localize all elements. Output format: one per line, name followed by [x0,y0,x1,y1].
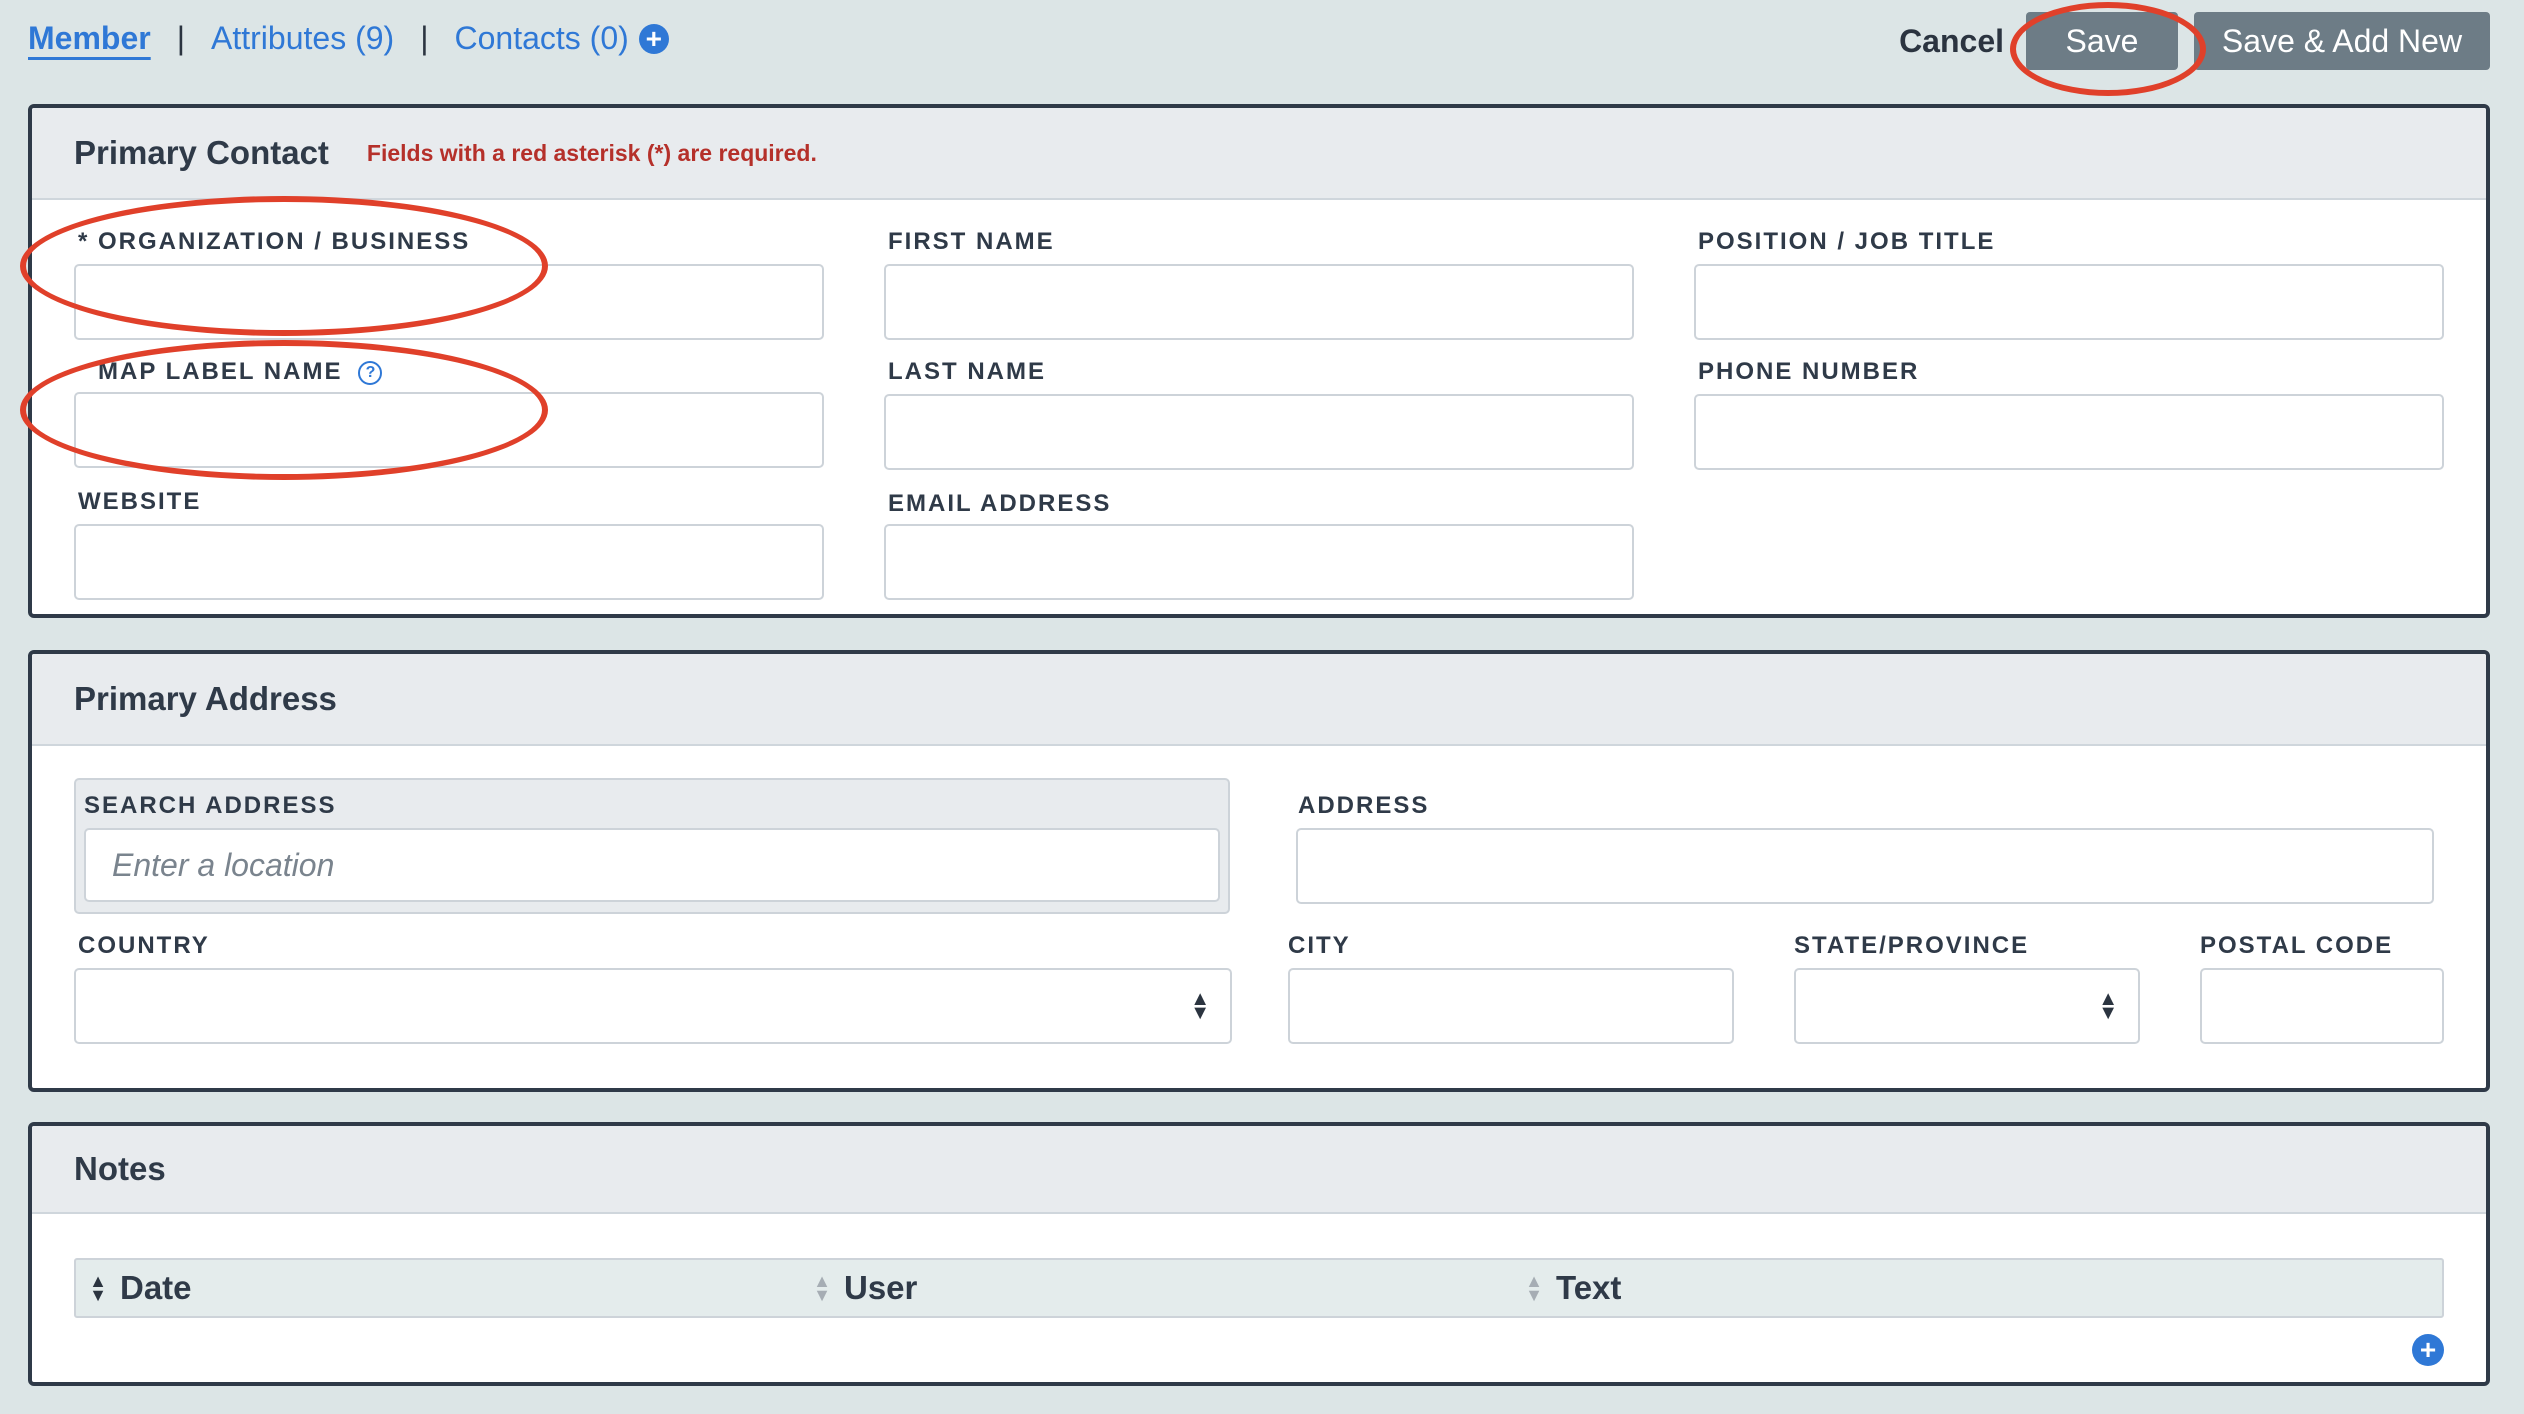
primary-address-header: Primary Address [32,654,2486,746]
section-title: Primary Address [74,680,337,717]
email-label: EMAIL ADDRESS [888,490,1112,517]
help-icon[interactable]: ? [358,360,383,385]
section-title: Notes [74,1150,166,1187]
primary-contact-header: Primary Contact Fields with a red asteri… [32,108,2486,200]
primary-address-section: Primary Address SEARCH ADDRESS ADDRESS C… [28,650,2490,1092]
section-title: Primary Contact [74,134,329,171]
sort-icon: ▲ ▼ [813,1271,831,1305]
header-actions: Cancel Save Save & Add New [1899,12,2490,70]
column-header-date[interactable]: ▲ ▼ Date [88,1260,192,1316]
required-note: Fields with a red asterisk (*) are requi… [366,139,817,166]
tab-attributes[interactable]: Attributes (9) [211,20,394,57]
website-input[interactable] [74,524,824,600]
state-select[interactable]: ▲ ▼ [1794,968,2140,1044]
column-label: User [844,1269,918,1306]
country-label: COUNTRY [78,932,210,959]
tab-contacts[interactable]: Contacts (0) [455,20,629,57]
search-address-label: SEARCH ADDRESS [84,792,337,819]
save-button[interactable]: Save [2026,12,2178,70]
notes-section: Notes ▲ ▼ Date ▲ ▼ User ▲ ▼ Text + [28,1122,2490,1386]
top-bar: Member | Attributes (9) | Contacts (0) +… [0,0,2524,86]
save-add-new-button[interactable]: Save & Add New [2194,12,2490,70]
add-note-icon[interactable]: + [2412,1334,2444,1366]
email-input[interactable] [884,524,1634,600]
postal-input[interactable] [2200,968,2444,1044]
phone-input[interactable] [1694,394,2444,470]
column-header-user[interactable]: ▲ ▼ User [812,1260,917,1316]
tab-separator: | [420,20,429,56]
notes-table-header: ▲ ▼ Date ▲ ▼ User ▲ ▼ Text [74,1258,2444,1318]
sort-icon: ▲ ▼ [89,1271,107,1305]
postal-label: POSTAL CODE [2200,932,2394,959]
address-label: ADDRESS [1298,792,1430,819]
website-label: WEBSITE [78,488,202,515]
country-select[interactable]: ▲ ▼ [74,968,1232,1044]
map-label-text: MAP LABEL NAME [98,358,343,385]
notes-header: Notes [32,1126,2486,1214]
search-address-input[interactable] [84,828,1220,902]
city-input[interactable] [1288,968,1734,1044]
first-name-label: FIRST NAME [888,228,1055,255]
organization-input[interactable] [74,264,824,340]
address-input[interactable] [1296,828,2434,904]
map-label-label: MAP LABEL NAME? [98,358,383,386]
search-address-box: SEARCH ADDRESS [74,778,1230,914]
column-label: Date [120,1269,192,1306]
organization-label: * ORGANIZATION / BUSINESS [78,228,471,255]
tab-bar: Member | Attributes (9) | Contacts (0) + [28,20,669,57]
column-header-text[interactable]: ▲ ▼ Text [1524,1260,1621,1316]
first-name-input[interactable] [884,264,1634,340]
map-label-input[interactable] [74,392,824,468]
select-arrows-icon: ▲ ▼ [2098,988,2118,1024]
phone-label: PHONE NUMBER [1698,358,1920,385]
add-contact-icon[interactable]: + [638,23,669,54]
cancel-button[interactable]: Cancel [1899,23,2010,60]
tab-member[interactable]: Member [28,20,151,57]
position-input[interactable] [1694,264,2444,340]
city-label: CITY [1288,932,1351,959]
column-label: Text [1556,1269,1622,1306]
select-arrows-icon: ▲ ▼ [1190,988,1210,1024]
tab-separator: | [176,20,186,56]
sort-icon: ▲ ▼ [1525,1271,1543,1305]
position-label: POSITION / JOB TITLE [1698,228,1996,255]
state-label: STATE/PROVINCE [1794,932,2030,959]
last-name-label: LAST NAME [888,358,1046,385]
last-name-input[interactable] [884,394,1634,470]
primary-contact-section: Primary Contact Fields with a red asteri… [28,104,2490,618]
